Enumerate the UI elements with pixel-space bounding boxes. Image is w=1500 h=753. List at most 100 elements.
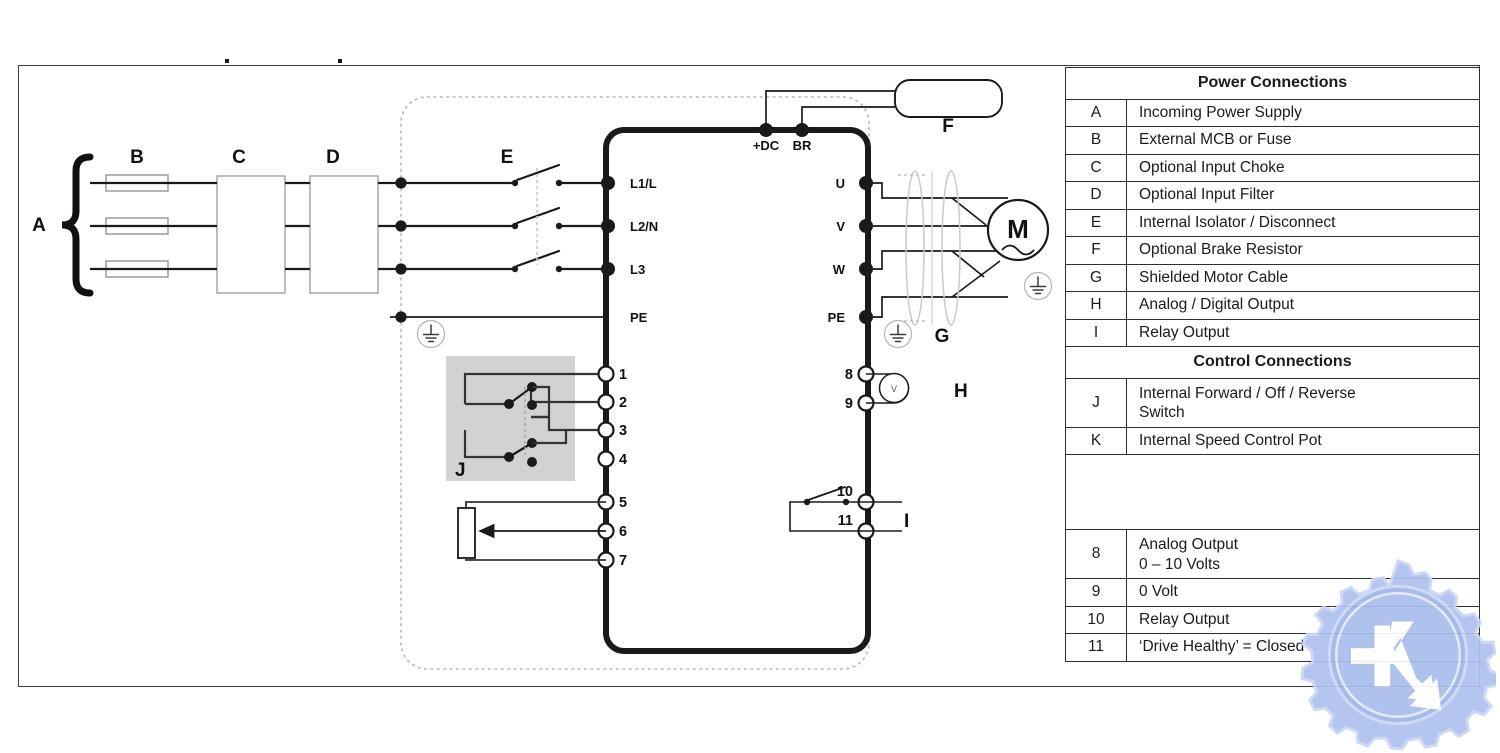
legend-row-g: G Shielded Motor Cable [1065, 263, 1480, 292]
component-label-d: D [326, 147, 340, 168]
legend-row-h: H Analog / Digital Output [1065, 291, 1480, 320]
legend-desc-h: Analog / Digital Output [1126, 291, 1480, 320]
registration-dot-1 [225, 59, 229, 63]
legend-row-9: 9 0 Volt [1065, 578, 1480, 607]
power-connections-header: Power Connections [1065, 67, 1480, 100]
legend-header-control: Control Connections [1065, 346, 1480, 379]
control-terminal-label-6: 6 [619, 524, 627, 540]
legend-desc-c: Optional Input Choke [1126, 153, 1480, 182]
component-label-i: I [904, 511, 909, 532]
terminal-label-l1: L1/L [630, 176, 657, 191]
component-label-a: A [32, 215, 46, 236]
component-label-e: E [501, 147, 514, 168]
legend-row-c: C Optional Input Choke [1065, 153, 1480, 182]
control-terminal-label-3: 3 [619, 423, 627, 439]
terminal-label-u: U [836, 176, 845, 191]
earth-symbol-cable [883, 319, 913, 349]
component-label-f: F [942, 116, 954, 137]
cable-shield-g [898, 170, 961, 326]
legend-desc-8-line1: Analog Output [1139, 536, 1239, 554]
legend-key-g: G [1065, 263, 1127, 292]
brake-wire-br [801, 106, 895, 130]
legend-row-e: E Internal Isolator / Disconnect [1065, 208, 1480, 237]
legend-row-a: A Incoming Power Supply [1065, 98, 1480, 127]
component-label-c: C [232, 147, 246, 168]
earth-symbol-motor [1023, 271, 1053, 301]
legend-key-e: E [1065, 208, 1127, 237]
legend-desc-j-line1: Internal Forward / Off / Reverse [1139, 384, 1356, 402]
motor-cable-wires [866, 182, 1008, 318]
legend-desc-8: Analog Output 0 – 10 Volts [1126, 529, 1480, 579]
brake-resistor-f [894, 79, 1003, 118]
legend-row-10: 10 Relay Output [1065, 605, 1480, 634]
motor-letter: M [1007, 214, 1029, 244]
input-choke-box-c [216, 175, 286, 294]
legend-key-h: H [1065, 291, 1127, 320]
component-label-b: B [130, 147, 144, 168]
legend-key-f: F [1065, 236, 1127, 265]
legend-desc-j: Internal Forward / Off / Reverse Switch [1126, 377, 1480, 428]
legend-key-d: D [1065, 181, 1127, 210]
legend-key-c: C [1065, 153, 1127, 182]
input-filter-box-d [309, 175, 379, 294]
legend-row-8: 8 Analog Output 0 – 10 Volts [1065, 529, 1480, 579]
legend-row-j: J Internal Forward / Off / Reverse Switc… [1065, 377, 1480, 428]
legend-row-i: I Relay Output [1065, 318, 1480, 347]
legend-spacer-cell [1065, 454, 1480, 530]
legend-key-k: K [1065, 426, 1127, 455]
legend-row-b: B External MCB or Fuse [1065, 126, 1480, 155]
legend-row-f: F Optional Brake Resistor [1065, 236, 1480, 265]
legend-key-j: J [1065, 377, 1127, 428]
terminal-label-dc: +DC [753, 138, 780, 153]
legend-desc-10: Relay Output [1126, 605, 1480, 634]
diagram-page: L1/L L2/N L3 PE U V W PE +DC BR M J 1 2 … [0, 0, 1500, 751]
boundary-junction-dots [395, 177, 407, 323]
legend-key-b: B [1065, 126, 1127, 155]
legend-table: Power Connections A Incoming Power Suppl… [1065, 67, 1480, 662]
component-label-j: J [455, 460, 466, 481]
control-terminal-label-1: 1 [619, 367, 627, 383]
legend-row-11: 11 ‘Drive Healthy’ = Closed [1065, 633, 1480, 662]
legend-desc-a: Incoming Power Supply [1126, 98, 1480, 127]
control-terminal-label-11: 11 [838, 513, 853, 529]
legend-key-8: 8 [1065, 529, 1127, 579]
legend-desc-k: Internal Speed Control Pot [1126, 426, 1480, 455]
legend-row-d: D Optional Input Filter [1065, 181, 1480, 210]
supply-brace [61, 153, 94, 297]
legend-key-i: I [1065, 318, 1127, 347]
legend-desc-9: 0 Volt [1126, 578, 1480, 607]
legend-desc-g: Shielded Motor Cable [1126, 263, 1480, 292]
terminal-label-pe-out: PE [828, 310, 846, 325]
terminal-label-l2: L2/N [630, 219, 658, 234]
drive-body [603, 127, 871, 654]
legend-desc-i: Relay Output [1126, 318, 1480, 347]
legend-desc-e: Internal Isolator / Disconnect [1126, 208, 1480, 237]
legend-desc-j-line2: Switch [1139, 404, 1185, 421]
control-terminal-label-9: 9 [845, 396, 853, 412]
legend-desc-b: External MCB or Fuse [1126, 126, 1480, 155]
legend-key-11: 11 [1065, 633, 1127, 662]
legend-key-10: 10 [1065, 605, 1127, 634]
meter-letter-v: V [891, 384, 897, 394]
component-label-h: H [954, 381, 968, 402]
legend-desc-f: Optional Brake Resistor [1126, 236, 1480, 265]
terminal-label-w: W [833, 262, 846, 277]
legend-desc-d: Optional Input Filter [1126, 181, 1480, 210]
legend-desc-11: ‘Drive Healthy’ = Closed [1126, 633, 1480, 662]
registration-dot-2 [338, 59, 342, 63]
legend-key-a: A [1065, 98, 1127, 127]
terminal-label-l3: L3 [630, 262, 645, 277]
legend-spacer-row [1065, 454, 1480, 530]
control-terminal-label-8: 8 [845, 367, 853, 383]
legend-key-9: 9 [1065, 578, 1127, 607]
legend-row-k: K Internal Speed Control Pot [1065, 426, 1480, 455]
control-connections-header: Control Connections [1065, 346, 1480, 379]
supply-lines [90, 181, 514, 271]
terminal-label-br: BR [793, 138, 812, 153]
wiring-schematic: L1/L L2/N L3 PE U V W PE +DC BR M J 1 2 … [32, 79, 1053, 670]
earth-symbol-input [416, 319, 446, 349]
control-terminal-label-5: 5 [619, 495, 627, 511]
control-terminal-label-4: 4 [619, 452, 627, 468]
control-terminal-label-2: 2 [619, 395, 627, 411]
terminal-label-v: V [836, 219, 845, 234]
